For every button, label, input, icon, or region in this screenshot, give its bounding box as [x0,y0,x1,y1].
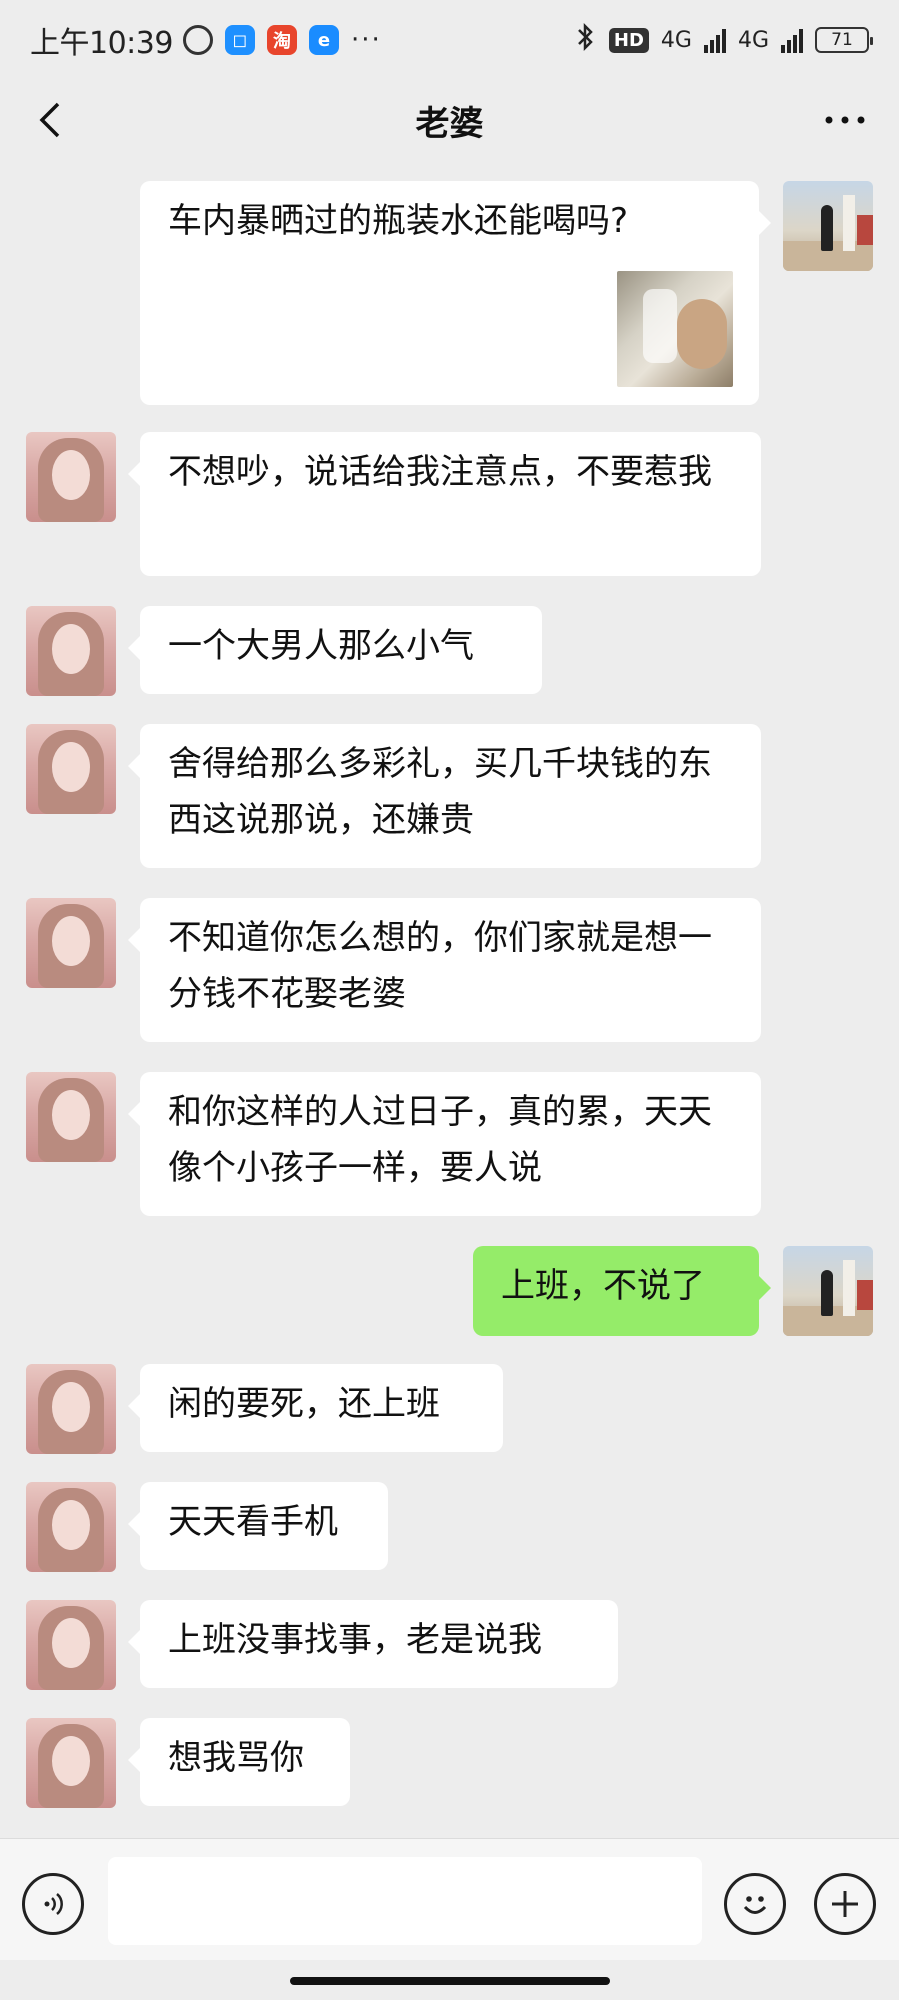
message-bubble-incoming[interactable]: 不知道你怎么想的，你们家就是想一分钱不花娶老婆 [128,898,761,1042]
signal-icon-2 [781,27,803,53]
emoji-button[interactable] [724,1873,786,1935]
voice-input-button[interactable] [22,1873,84,1935]
home-indicator[interactable] [290,1977,610,1985]
my-avatar[interactable] [783,181,873,271]
hd-voice-badge: HD [608,27,649,53]
wife-avatar[interactable] [26,432,116,522]
more-functions-button[interactable] [814,1873,876,1935]
message-text: 上班，不说了 [501,1266,705,1306]
message-text: 闲的要死，还上班 [168,1384,440,1424]
status-right: HD 4G 4G 71 [575,22,873,58]
wife-avatar[interactable] [26,724,116,814]
message-text: 一个大男人那么小气 [168,626,474,666]
wife-avatar[interactable] [26,1718,116,1808]
alarm-icon [182,25,213,55]
message-bubble-outgoing[interactable]: 上班，不说了 [473,1246,771,1336]
message-bubble-incoming[interactable]: 不想吵，说话给我注意点，不要惹我 [128,432,761,576]
message-bubble-incoming[interactable]: 闲的要死，还上班 [128,1364,503,1452]
status-time: 上午10:39 [30,26,173,61]
message-input[interactable] [108,1857,702,1945]
network-type-1: 4G [660,27,692,53]
bluetooth-icon [575,22,597,58]
input-bar [0,1838,899,1960]
wife-avatar[interactable] [26,1600,116,1690]
wife-avatar[interactable] [26,898,116,988]
water-bottle-thumbnail[interactable] [617,271,733,387]
chat-title: 老婆 [415,103,484,144]
wife-avatar[interactable] [26,1482,116,1572]
wife-avatar[interactable] [26,1364,116,1454]
message-bubble-incoming[interactable]: 天天看手机 [128,1482,388,1570]
more-notifications-icon: ··· [350,25,382,55]
browser-notification-icon: e [308,25,339,55]
message-bubble-incoming[interactable]: 一个大男人那么小气 [128,606,542,694]
taobao-notification-icon: 淘 [266,25,297,55]
network-type-2: 4G [737,27,769,53]
message-text: 天天看手机 [168,1502,338,1542]
wife-avatar[interactable] [26,1072,116,1162]
signal-icon [703,27,726,53]
message-bubble-outgoing[interactable]: 车内暴晒过的瓶装水还能喝吗? [140,181,771,405]
back-icon[interactable] [30,100,70,140]
message-bubble-incoming[interactable]: 想我骂你 [128,1718,350,1806]
message-bubble-incoming[interactable]: 上班没事找事，老是说我 [128,1600,618,1688]
voice-icon [44,1893,63,1915]
message-bubble-incoming[interactable]: 舍得给那么多彩礼，买几千块钱的东西这说那说，还嫌贵 [128,724,761,868]
my-avatar[interactable] [783,1246,873,1336]
message-text: 不想吵，说话给我注意点，不要惹我 [168,452,712,492]
app-notification-icon: ◻ [224,25,255,55]
battery-icon: 71 [815,27,873,53]
chat-header: 老婆 [0,80,899,160]
message-text: 和你这样的人过日子，真的累，天天像个小孩子一样，要人说 [168,1092,712,1188]
message-text: 车内暴晒过的瓶装水还能喝吗? [168,201,629,241]
smiley-icon [743,1896,767,1914]
message-text: 上班没事找事，老是说我 [168,1620,542,1660]
status-bar: 上午10:39 ◻ 淘 e ··· HD 4G 4G 71 [0,0,899,80]
wife-avatar[interactable] [26,606,116,696]
more-icon[interactable] [821,100,869,140]
plus-icon [832,1891,858,1917]
message-text: 不知道你怎么想的，你们家就是想一分钱不花娶老婆 [168,918,712,1014]
message-text: 舍得给那么多彩礼，买几千块钱的东西这说那说，还嫌贵 [168,744,712,840]
message-bubble-incoming[interactable]: 和你这样的人过日子，真的累，天天像个小孩子一样，要人说 [128,1072,761,1216]
message-text: 想我骂你 [168,1738,304,1778]
